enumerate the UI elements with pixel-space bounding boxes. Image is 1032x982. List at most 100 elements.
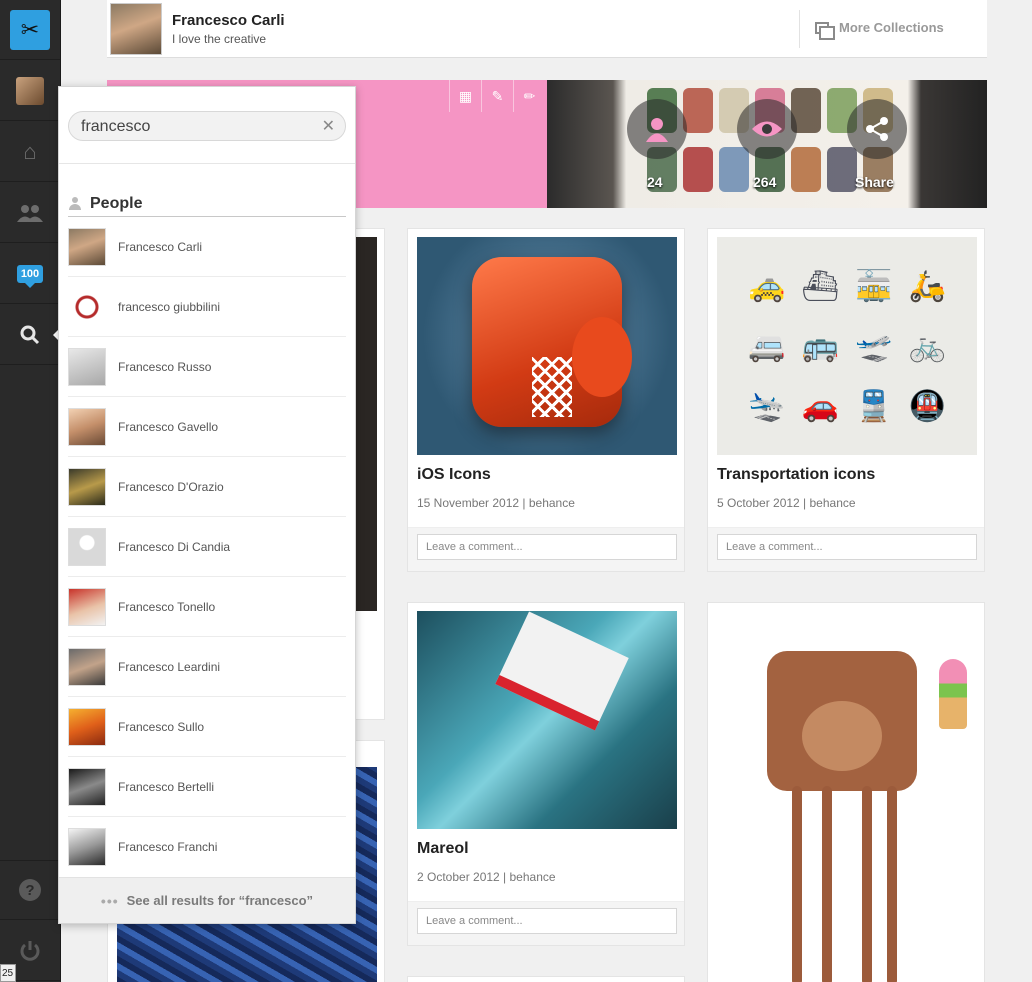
project-card-mareol[interactable]: Mareol 2 October 2012 | behance Leave a … — [407, 602, 685, 946]
followers-count: 24 — [647, 174, 663, 190]
search-field[interactable]: ✕ — [68, 111, 346, 141]
result-item[interactable]: Francesco Sullo — [68, 697, 346, 757]
project-thumbnail[interactable]: 🚕 ⛴ 🚋 🛵 🚐 🚌 🛫 🚲 🛬 🚗 🚆 🚇 — [717, 237, 977, 455]
result-name: Francesco Gavello — [118, 419, 219, 434]
logo-button[interactable]: ✂ — [0, 0, 60, 60]
more-dots-icon: ••• — [100, 892, 119, 909]
eye-icon — [752, 121, 782, 137]
tram-icon: 🚋 — [855, 269, 893, 303]
home-button[interactable]: ⌂ — [0, 122, 60, 182]
see-all-results-button[interactable]: ••• See all results for “francesco” — [59, 877, 355, 923]
avatar — [68, 407, 106, 446]
taxi-icon: 🚕 — [748, 269, 786, 303]
views-count: 264 — [753, 174, 777, 190]
bus-icon: 🚌 — [801, 329, 839, 363]
project-thumbnail[interactable] — [717, 611, 977, 982]
search-input[interactable] — [81, 117, 311, 137]
result-name: Francesco Bertelli — [118, 779, 215, 794]
profile-name[interactable]: Francesco Carli — [172, 12, 285, 29]
project-card[interactable] — [407, 976, 685, 982]
project-meta: 5 October 2012 | behance — [717, 496, 856, 510]
project-card-ios-icons[interactable]: iOS Icons 15 November 2012 | behance Lea… — [407, 228, 685, 572]
project-card[interactable] — [707, 602, 985, 982]
home-icon: ⌂ — [23, 138, 37, 164]
project-meta: 15 November 2012 | behance — [417, 496, 575, 510]
power-icon — [20, 940, 40, 961]
help-button[interactable]: ? — [0, 860, 60, 920]
avatar — [68, 287, 106, 326]
banner-toolbar: ▦ ✎ ✏ — [449, 80, 545, 112]
ice-cream-illustration — [939, 659, 967, 729]
result-item[interactable]: Francesco Gavello — [68, 397, 346, 457]
result-name: Francesco Di Candia — [118, 539, 231, 554]
result-item[interactable]: francesco giubbilini — [68, 277, 346, 337]
search-icon — [20, 325, 40, 344]
comment-area: Leave a comment... — [408, 901, 684, 945]
pencil-icon: ✏ — [523, 87, 536, 104]
result-item[interactable]: Francesco D'Orazio — [68, 457, 346, 517]
followers-button[interactable] — [627, 99, 687, 159]
color-picker-button[interactable]: ✎ — [481, 80, 513, 112]
help-icon: ? — [19, 879, 41, 901]
avatar — [68, 527, 106, 566]
people-results: Francesco Carli francesco giubbilini Fra… — [68, 217, 346, 877]
comment-area: Leave a comment... — [408, 527, 684, 571]
project-thumbnail[interactable] — [417, 237, 677, 455]
eyedropper-icon: ✎ — [491, 87, 504, 104]
project-title[interactable]: Transportation icons — [717, 466, 875, 484]
project-title[interactable]: iOS Icons — [417, 466, 491, 484]
car-icon: 🚗 — [801, 389, 839, 423]
edit-button[interactable]: ✏ — [513, 80, 545, 112]
result-item[interactable]: Francesco Franchi — [68, 817, 346, 877]
comment-input[interactable]: Leave a comment... — [417, 534, 677, 560]
avatar — [68, 828, 106, 866]
result-item[interactable]: Francesco Bertelli — [68, 757, 346, 817]
metro-icon: 🚇 — [908, 389, 946, 423]
avatar — [68, 467, 106, 506]
corner-label: 25 — [0, 964, 16, 982]
collections-icon — [815, 21, 835, 40]
result-name: Francesco Carli — [118, 239, 203, 254]
project-thumbnail[interactable] — [417, 611, 677, 829]
result-item[interactable]: Francesco Carli — [68, 217, 346, 277]
share-label: Share — [855, 174, 894, 190]
result-name: Francesco Tonello — [118, 599, 216, 614]
caravan-icon: 🚐 — [748, 329, 786, 363]
avatar — [68, 707, 106, 746]
result-item[interactable]: Francesco Leardini — [68, 637, 346, 697]
profile-tagline: I love the creative — [172, 32, 267, 46]
project-card-transportation-icons[interactable]: 🚕 ⛴ 🚋 🛵 🚐 🚌 🛫 🚲 🛬 🚗 🚆 🚇 Transportation i… — [707, 228, 985, 572]
result-name: francesco giubbilini — [118, 299, 221, 314]
profile-button[interactable] — [0, 61, 60, 121]
result-item[interactable]: Francesco Tonello — [68, 577, 346, 637]
clear-icon[interactable]: ✕ — [322, 117, 335, 137]
more-collections-button[interactable]: More Collections — [815, 20, 944, 40]
avatar — [68, 767, 106, 806]
boat-illustration — [495, 611, 629, 731]
scooter-icon: 🛵 — [908, 269, 946, 303]
share-button[interactable] — [847, 99, 907, 159]
see-all-label: See all results for “francesco” — [126, 893, 314, 908]
avatar — [68, 347, 106, 386]
comment-input[interactable]: Leave a comment... — [717, 534, 977, 560]
result-name: Francesco D'Orazio — [118, 479, 224, 494]
comment-input[interactable]: Leave a comment... — [417, 908, 677, 934]
result-name: Francesco Sullo — [118, 719, 205, 734]
result-item[interactable]: Francesco Russo — [68, 337, 346, 397]
plane-takeoff-icon: 🛫 — [855, 329, 893, 363]
person-icon — [646, 118, 668, 142]
ship-icon: ⛴ — [801, 269, 840, 303]
share-icon — [866, 117, 888, 141]
section-title: People — [90, 194, 143, 212]
result-item[interactable]: Francesco Di Candia — [68, 517, 346, 577]
project-title[interactable]: Mareol — [417, 840, 469, 858]
notifications-button[interactable]: 100 — [0, 244, 60, 304]
profile-avatar[interactable] — [110, 3, 162, 55]
avatar — [68, 587, 106, 626]
result-name: Francesco Franchi — [118, 840, 218, 854]
search-button[interactable] — [0, 305, 61, 365]
people-button[interactable] — [0, 183, 60, 243]
views-button[interactable] — [737, 99, 797, 159]
grid-button[interactable]: ▦ — [449, 80, 481, 112]
comment-area: Leave a comment... — [708, 527, 984, 571]
